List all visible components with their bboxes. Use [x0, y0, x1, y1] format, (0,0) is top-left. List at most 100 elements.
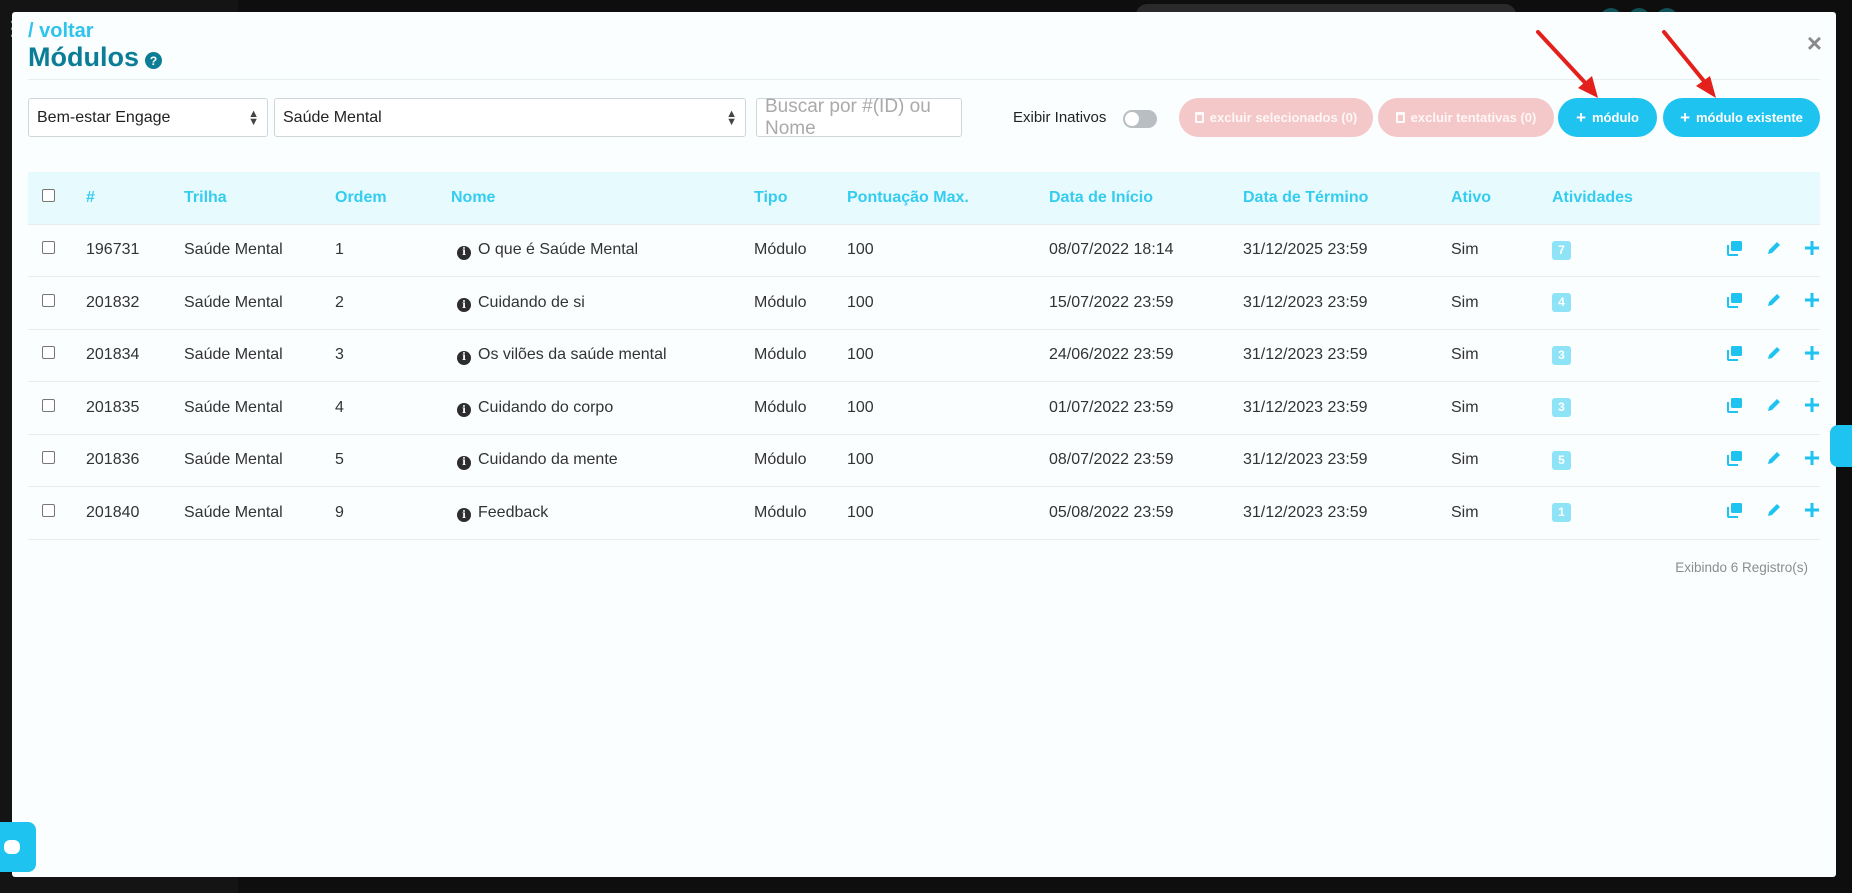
cell-trilha: Saúde Mental — [184, 276, 335, 329]
row-actions — [1674, 223, 1820, 277]
cell-ordem: 9 — [335, 486, 451, 540]
row-checkbox[interactable] — [42, 398, 55, 412]
info-icon[interactable]: i — [457, 350, 471, 365]
cell-id: 201832 — [86, 276, 184, 329]
cell-data-termino: 31/12/2023 23:59 — [1243, 276, 1451, 329]
plus-icon[interactable] — [1804, 345, 1820, 366]
info-icon[interactable]: i — [457, 245, 471, 260]
cell-ativo: Sim — [1451, 276, 1552, 329]
column-header-pontuacao[interactable]: Pontuação Max. — [847, 172, 1049, 224]
cell-ativo: Sim — [1451, 433, 1552, 487]
info-icon[interactable]: i — [457, 298, 471, 312]
cell-data-termino: 31/12/2023 23:59 — [1243, 486, 1451, 540]
select-all-checkbox[interactable] — [42, 188, 55, 202]
cell-tipo: Módulo — [754, 276, 847, 329]
cell-atividades: 4 — [1552, 276, 1674, 329]
pencil-icon[interactable] — [1766, 292, 1782, 313]
back-link[interactable]: / voltar — [28, 20, 94, 43]
cell-data-termino: 31/12/2023 23:59 — [1243, 433, 1451, 487]
pencil-icon[interactable] — [1766, 397, 1782, 418]
show-inactive-toggle[interactable] — [1123, 110, 1157, 128]
cell-nome: i O que é Saúde Mental — [451, 223, 754, 277]
trash-icon — [1395, 112, 1405, 123]
column-header-tipo[interactable]: Tipo — [754, 172, 847, 224]
copy-icon[interactable] — [1727, 240, 1743, 261]
program-select[interactable]: Bem-estar Engage ▲ ▼ — [28, 98, 268, 137]
row-checkbox[interactable] — [42, 451, 55, 465]
pencil-icon[interactable] — [1766, 240, 1782, 261]
column-header-trilha[interactable]: Trilha — [184, 172, 335, 224]
page-title-text: Módulos — [28, 42, 139, 72]
info-icon[interactable]: i — [457, 455, 471, 470]
activities-badge[interactable]: 3 — [1552, 398, 1571, 418]
activities-badge[interactable]: 5 — [1552, 450, 1571, 470]
table-row[interactable]: 201836 Saúde Mental 5 i Cuidando da mente… — [28, 433, 1820, 487]
cell-id: 201840 — [86, 486, 184, 540]
delete-attempts-button[interactable]: excluir tentativas (0) — [1378, 98, 1554, 137]
cell-ordem: 2 — [335, 276, 451, 329]
column-header-ativo[interactable]: Ativo — [1451, 172, 1552, 224]
row-checkbox[interactable] — [42, 241, 55, 255]
table-header-row: # Trilha Ordem Nome Tipo Pontuação Max. … — [28, 172, 1820, 224]
column-header-data-termino[interactable]: Data de Término — [1243, 172, 1451, 224]
cell-atividades: 7 — [1552, 223, 1674, 277]
trail-select[interactable]: Saúde Mental ▲ ▼ — [274, 98, 746, 137]
table-row[interactable]: 201835 Saúde Mental 4 i Cuidando do corpo… — [28, 381, 1820, 434]
plus-icon[interactable] — [1804, 450, 1820, 471]
plus-icon[interactable] — [1804, 240, 1820, 261]
pencil-icon[interactable] — [1766, 345, 1782, 366]
page-title: Módulos ? — [28, 42, 162, 73]
copy-icon[interactable] — [1727, 345, 1743, 366]
column-header-nome[interactable]: Nome — [451, 172, 754, 224]
row-checkbox[interactable] — [42, 346, 55, 360]
add-existing-module-button[interactable]: + módulo existente — [1663, 98, 1820, 137]
pencil-icon[interactable] — [1766, 450, 1782, 471]
chat-launcher-button[interactable] — [0, 822, 36, 872]
add-module-button[interactable]: + módulo — [1558, 98, 1657, 137]
pencil-icon[interactable] — [1766, 502, 1782, 523]
row-checkbox[interactable] — [42, 293, 55, 307]
row-checkbox[interactable] — [42, 503, 55, 517]
modules-modal: / voltar Módulos ? × Bem-estar Engage ▲ ▼… — [12, 12, 1836, 877]
activities-badge[interactable]: 7 — [1552, 240, 1571, 260]
column-header-data-inicio[interactable]: Data de Início — [1049, 172, 1243, 224]
assistant-avatar-button[interactable] — [1830, 425, 1852, 467]
delete-selected-button[interactable]: excluir selecionados (0) — [1179, 98, 1373, 137]
red-arrow-icon — [1662, 30, 1716, 98]
activities-badge[interactable]: 4 — [1552, 293, 1571, 313]
copy-icon[interactable] — [1727, 397, 1743, 418]
copy-icon[interactable] — [1727, 502, 1743, 523]
plus-icon: + — [1680, 107, 1690, 127]
table-row[interactable]: 201832 Saúde Mental 2 i Cuidando de si Mó… — [28, 276, 1820, 329]
activities-badge[interactable]: 1 — [1552, 503, 1571, 523]
cell-atividades: 3 — [1552, 381, 1674, 434]
delete-attempts-label: excluir tentativas (0) — [1410, 110, 1537, 125]
row-actions — [1674, 433, 1820, 487]
table-row[interactable]: 196731 Saúde Mental 1 i O que é Saúde Men… — [28, 223, 1820, 277]
column-header-atividades[interactable]: Atividades — [1552, 172, 1674, 224]
add-existing-module-label: módulo existente — [1696, 110, 1803, 125]
chat-icon — [4, 840, 20, 854]
info-icon[interactable]: i — [457, 508, 471, 522]
search-input[interactable]: Buscar por #(ID) ou Nome — [756, 96, 962, 139]
cell-ativo: Sim — [1451, 223, 1552, 277]
table-row[interactable]: 201834 Saúde Mental 3 i Os vilões da saúd… — [28, 328, 1820, 382]
activities-badge[interactable]: 3 — [1552, 345, 1571, 365]
plus-icon[interactable] — [1804, 397, 1820, 418]
help-icon[interactable]: ? — [144, 52, 162, 69]
plus-icon[interactable] — [1804, 292, 1820, 313]
column-header-ordem[interactable]: Ordem — [335, 172, 451, 224]
close-icon[interactable]: × — [1807, 30, 1822, 56]
table-row[interactable]: 201840 Saúde Mental 9 i Feedback Módulo 1… — [28, 486, 1820, 540]
cell-pontuacao: 100 — [847, 486, 1049, 540]
records-count: Exibindo 6 Registro(s) — [1675, 560, 1808, 575]
column-header-id[interactable]: # — [86, 172, 184, 224]
delete-selected-label: excluir selecionados (0) — [1209, 110, 1358, 125]
cell-id: 196731 — [86, 223, 184, 277]
plus-icon[interactable] — [1804, 502, 1820, 523]
copy-icon[interactable] — [1727, 292, 1743, 313]
trash-icon — [1194, 112, 1204, 123]
copy-icon[interactable] — [1727, 450, 1743, 471]
info-icon[interactable]: i — [457, 403, 471, 417]
modules-table: # Trilha Ordem Nome Tipo Pontuação Max. … — [28, 172, 1820, 540]
